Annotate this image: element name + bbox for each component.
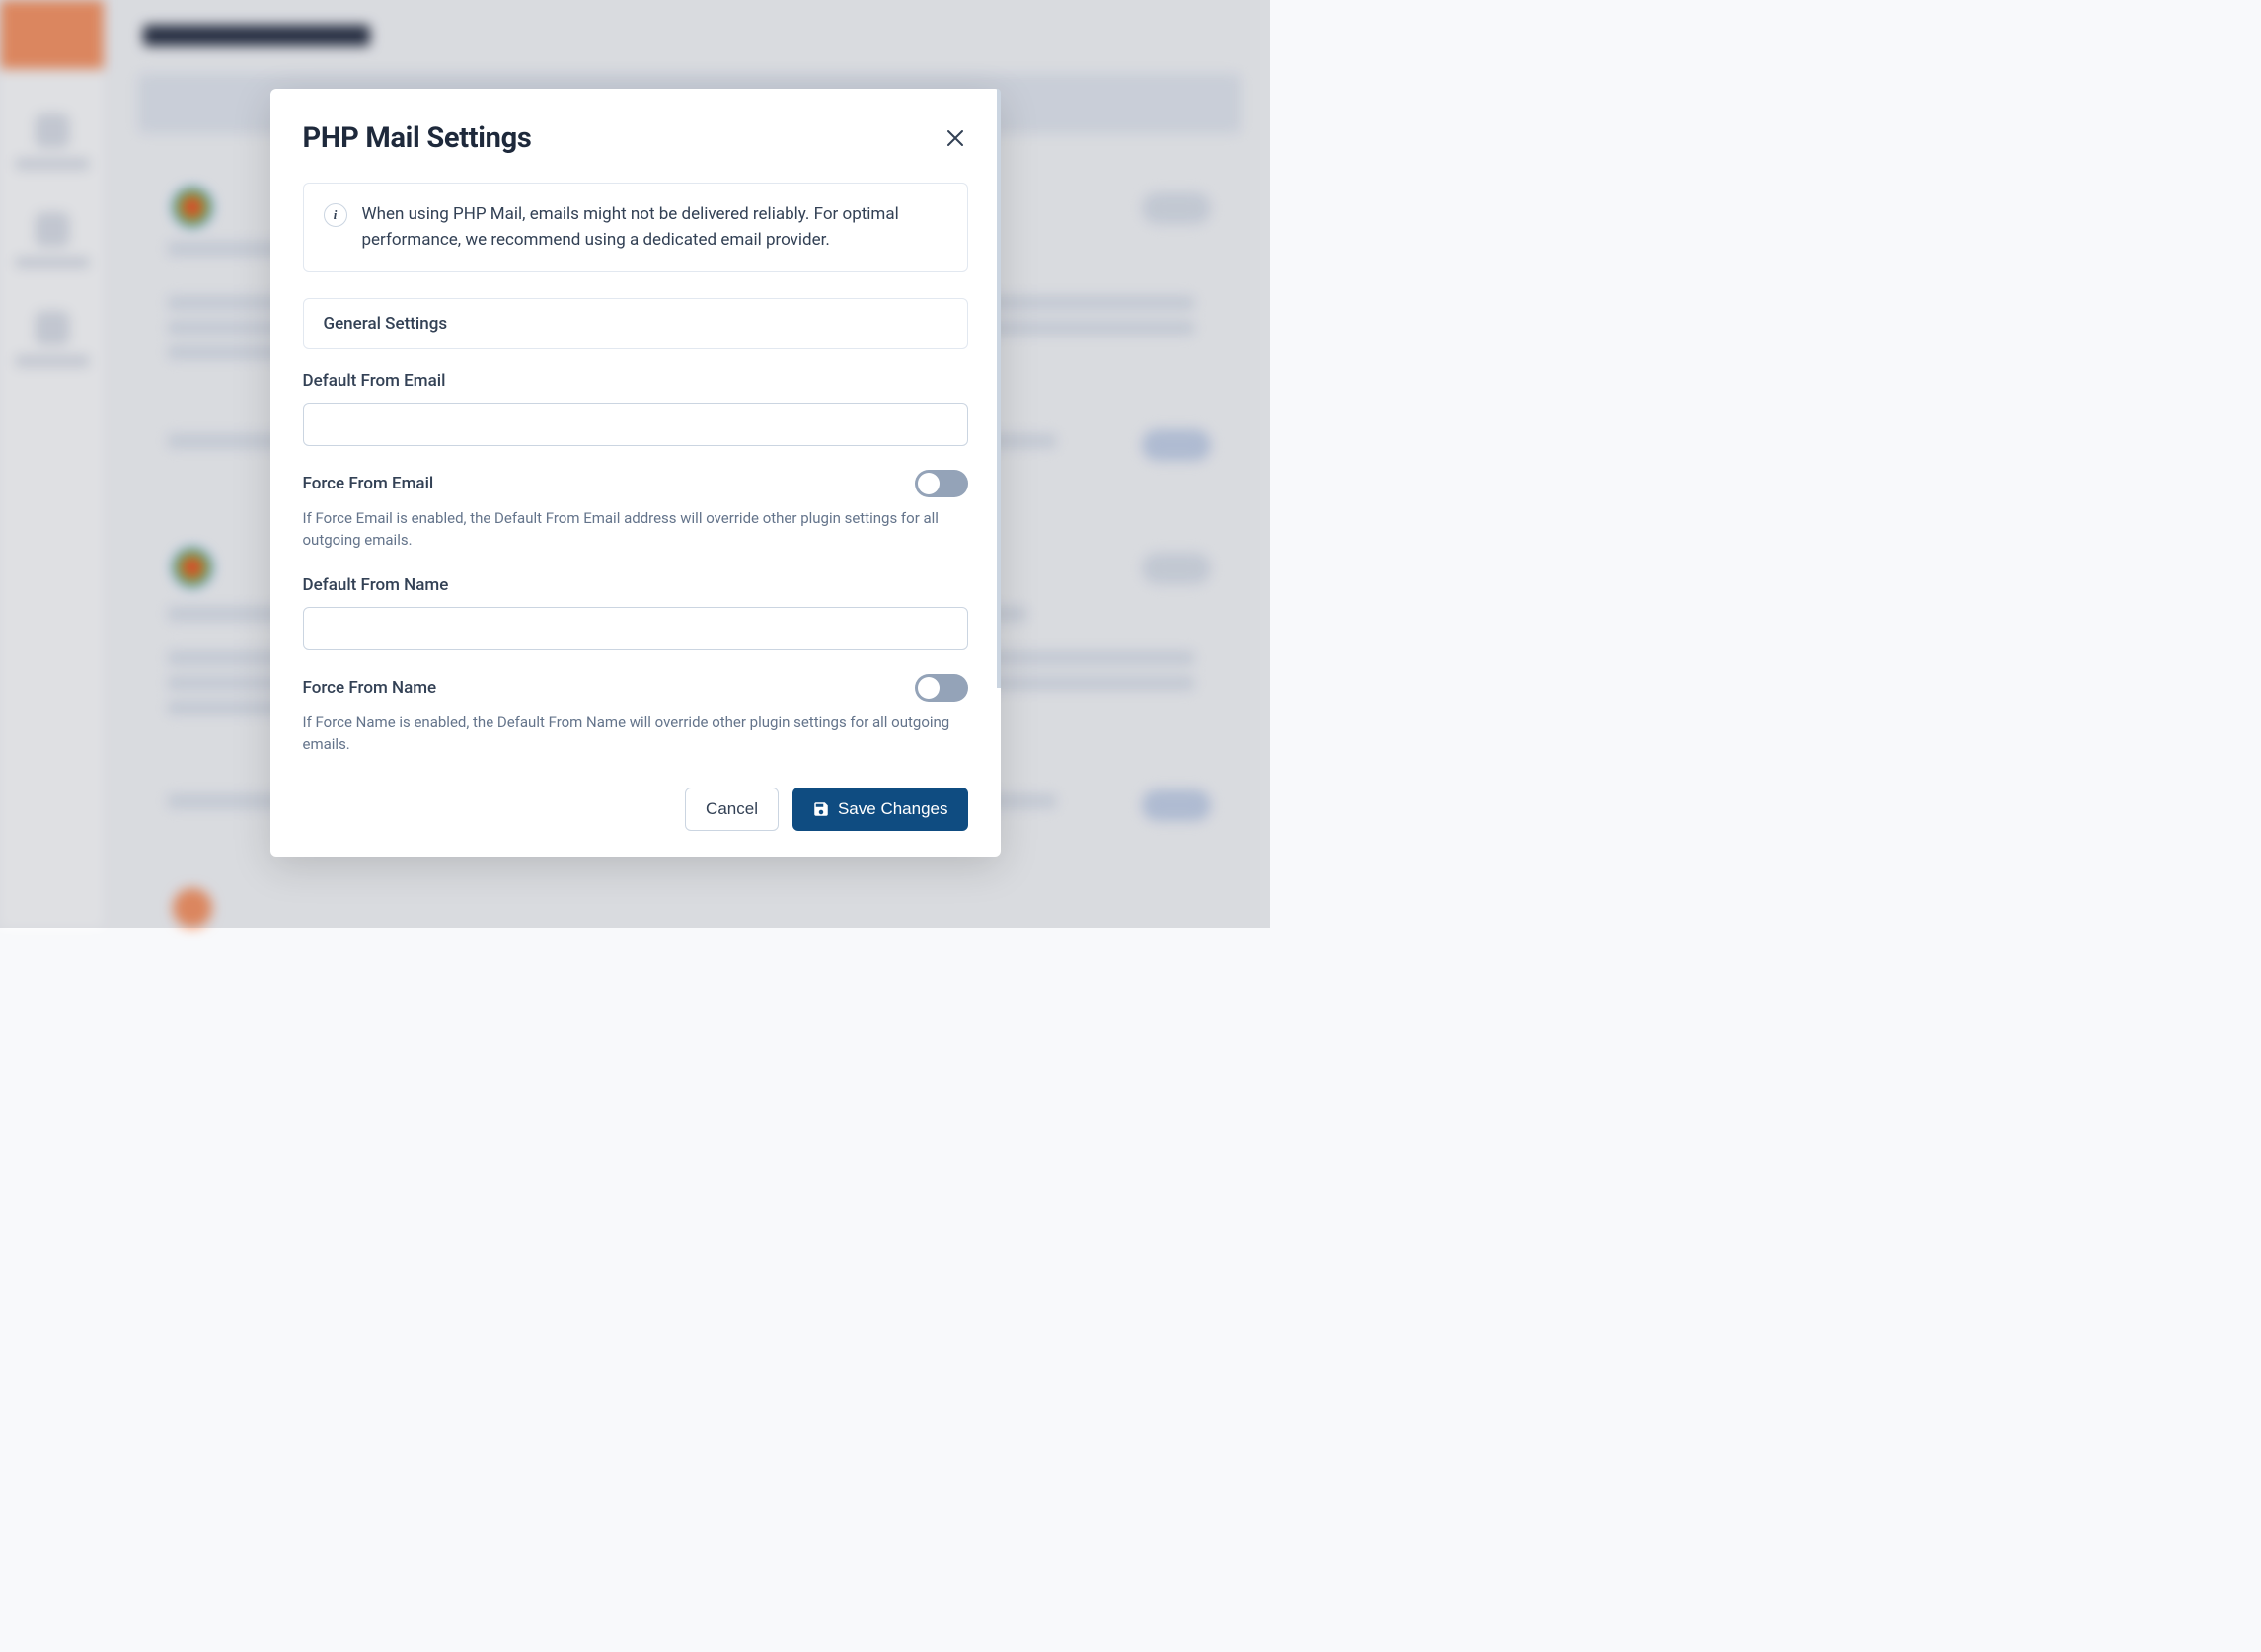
modal-title: PHP Mail Settings [303,121,532,155]
scroll-indicator [997,89,1001,857]
force-from-name-hint: If Force Name is enabled, the Default Fr… [303,712,968,756]
save-changes-label: Save Changes [838,799,948,819]
force-from-email-group: Force From Email If Force Email is enabl… [303,470,968,552]
cancel-button[interactable]: Cancel [685,788,779,831]
general-settings-header: General Settings [303,298,968,349]
info-banner-text: When using PHP Mail, emails might not be… [362,201,947,254]
close-button[interactable] [942,125,968,151]
save-changes-button[interactable]: Save Changes [792,788,968,831]
force-from-name-toggle[interactable] [915,674,968,702]
force-from-email-hint: If Force Email is enabled, the Default F… [303,507,968,552]
force-from-name-row: Force From Name [303,674,968,702]
force-from-email-row: Force From Email [303,470,968,497]
php-mail-settings-modal: PHP Mail Settings i When using PHP Mail,… [270,89,1001,857]
info-banner: i When using PHP Mail, emails might not … [303,183,968,272]
modal-overlay: PHP Mail Settings i When using PHP Mail,… [0,0,1270,928]
modal-header: PHP Mail Settings [303,121,968,155]
toggle-knob [918,473,940,494]
force-from-name-label: Force From Name [303,678,437,698]
default-from-email-label: Default From Email [303,371,968,391]
info-icon: i [324,203,347,227]
close-icon [946,129,964,147]
force-from-email-label: Force From Email [303,474,434,493]
modal-footer: Cancel Save Changes [303,788,968,831]
default-from-name-input[interactable] [303,607,968,650]
save-icon [812,800,830,818]
default-from-email-group: Default From Email [303,371,968,446]
default-from-name-label: Default From Name [303,575,968,595]
toggle-knob [918,677,940,699]
default-from-email-input[interactable] [303,403,968,446]
force-from-name-group: Force From Name If Force Name is enabled… [303,674,968,756]
force-from-email-toggle[interactable] [915,470,968,497]
default-from-name-group: Default From Name [303,575,968,650]
